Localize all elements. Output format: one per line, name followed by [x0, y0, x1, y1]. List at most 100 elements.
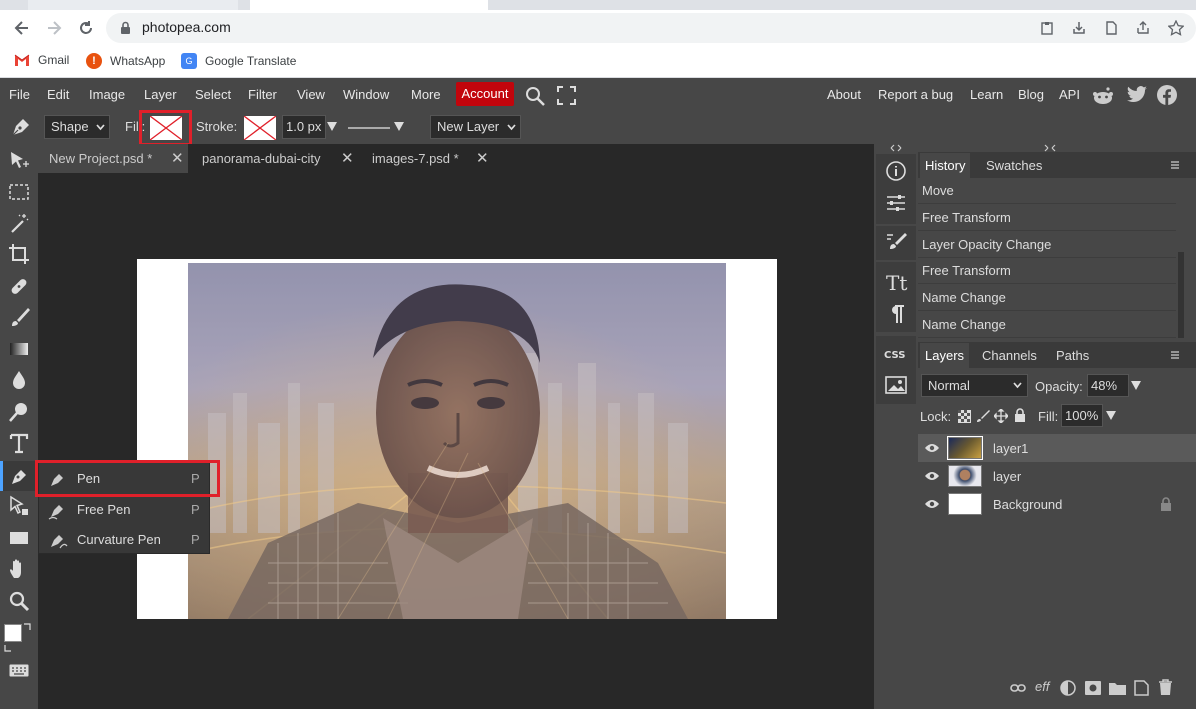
collapse-arrows-icon[interactable]: [890, 144, 902, 152]
history-item[interactable]: Layer Opacity Change: [918, 232, 1176, 258]
fill-input[interactable]: 100%: [1061, 404, 1103, 427]
zoom-tool[interactable]: [7, 589, 31, 613]
doc-tab-panorama[interactable]: panorama-dubai-city ✕: [188, 144, 358, 173]
eye-icon[interactable]: [924, 471, 940, 481]
lock-transparency-icon[interactable]: [958, 410, 971, 423]
facebook-icon[interactable]: [1156, 84, 1178, 106]
foreground-color[interactable]: [4, 624, 22, 642]
menu-more[interactable]: More: [411, 87, 441, 102]
info-panel-button[interactable]: [882, 157, 910, 185]
menu-select[interactable]: Select: [195, 87, 231, 102]
history-item[interactable]: Name Change: [918, 312, 1176, 338]
history-item[interactable]: Free Transform: [918, 258, 1176, 284]
stroke-width-input[interactable]: 1.0 px: [282, 115, 326, 139]
share-icon[interactable]: [1136, 21, 1150, 35]
healing-tool[interactable]: [7, 274, 31, 298]
browser-tab-inactive[interactable]: [28, 0, 238, 10]
menu-file[interactable]: File: [9, 87, 30, 102]
flyout-item-free-pen[interactable]: Free Pen P: [39, 494, 211, 525]
blend-mode-select[interactable]: Normal: [921, 374, 1028, 397]
swap-colors-icon[interactable]: [22, 622, 34, 632]
doc-tab-images-7[interactable]: images-7.psd * ✕: [358, 144, 498, 173]
menu-report-bug[interactable]: Report a bug: [878, 87, 953, 102]
stroke-style-line[interactable]: [348, 127, 390, 129]
tab-swatches[interactable]: Swatches: [981, 153, 1047, 178]
image-panel-button[interactable]: [882, 371, 910, 399]
opacity-input[interactable]: 48%: [1087, 374, 1129, 397]
adjustment-layer-icon[interactable]: [1060, 680, 1076, 696]
folder-icon[interactable]: [1109, 681, 1126, 695]
marquee-tool[interactable]: [7, 180, 31, 204]
menu-filter[interactable]: Filter: [248, 87, 277, 102]
move-tool[interactable]: [7, 149, 31, 173]
caret-down-icon[interactable]: [394, 122, 404, 131]
brush-panel-button[interactable]: [882, 228, 910, 256]
type-tool[interactable]: [7, 431, 31, 455]
layer-row-background[interactable]: Background: [918, 490, 1196, 518]
reload-button[interactable]: [75, 17, 97, 39]
install-icon[interactable]: [1072, 21, 1086, 35]
menu-api[interactable]: API: [1059, 87, 1080, 102]
close-icon[interactable]: ✕: [171, 144, 184, 173]
adjustments-panel-button[interactable]: [882, 189, 910, 217]
menu-window[interactable]: Window: [343, 87, 389, 102]
close-icon[interactable]: ✕: [341, 144, 354, 173]
tab-history[interactable]: History: [920, 153, 971, 178]
effects-button[interactable]: eff: [1035, 679, 1049, 694]
collapse-arrows-icon[interactable]: [1044, 144, 1056, 152]
link-icon[interactable]: [1010, 683, 1026, 693]
reddit-icon[interactable]: [1092, 86, 1114, 106]
twitter-icon[interactable]: [1126, 86, 1148, 104]
path-select-tool[interactable]: [7, 494, 31, 518]
tab-channels[interactable]: Channels: [977, 343, 1042, 368]
bookmark-google-translate[interactable]: G Google Translate: [181, 53, 296, 69]
page-icon[interactable]: [1104, 21, 1118, 35]
eye-icon[interactable]: [924, 443, 940, 453]
bookmark-gmail[interactable]: Gmail: [14, 53, 69, 67]
dodge-tool[interactable]: [7, 400, 31, 424]
default-colors-icon[interactable]: [4, 644, 14, 654]
lock-all-icon[interactable]: [1014, 408, 1026, 423]
gradient-tool[interactable]: [7, 337, 31, 361]
doc-tab-new-project[interactable]: New Project.psd * ✕: [38, 144, 188, 173]
lock-position-icon[interactable]: [994, 409, 1008, 423]
panel-menu-icon[interactable]: [1170, 160, 1180, 170]
lock-pixels-icon[interactable]: [976, 409, 990, 423]
new-layer-icon[interactable]: [1134, 680, 1149, 696]
mask-icon[interactable]: [1085, 681, 1101, 695]
panel-menu-icon[interactable]: [1170, 350, 1180, 360]
blur-tool[interactable]: [7, 368, 31, 392]
clipboard-icon[interactable]: [1040, 21, 1054, 35]
bookmark-whatsapp[interactable]: ! WhatsApp: [86, 53, 165, 69]
menu-about[interactable]: About: [827, 87, 861, 102]
css-panel-button[interactable]: CSS: [882, 340, 910, 368]
magic-wand-tool[interactable]: [7, 211, 31, 235]
menu-image[interactable]: Image: [89, 87, 125, 102]
menu-edit[interactable]: Edit: [47, 87, 69, 102]
fullscreen-icon[interactable]: [557, 86, 576, 105]
trash-icon[interactable]: [1158, 679, 1173, 696]
caret-down-icon[interactable]: [327, 122, 337, 131]
layer-row-layer1[interactable]: layer1: [918, 434, 1196, 462]
menu-blog[interactable]: Blog: [1018, 87, 1044, 102]
character-panel-button[interactable]: Tt: [882, 268, 910, 296]
close-icon[interactable]: ✕: [476, 144, 489, 173]
shape-mode-select[interactable]: Shape: [44, 115, 110, 139]
menu-view[interactable]: View: [297, 87, 325, 102]
tab-layers[interactable]: Layers: [920, 343, 970, 368]
eye-icon[interactable]: [924, 499, 940, 509]
star-icon[interactable]: [1168, 20, 1184, 36]
caret-down-icon[interactable]: [1131, 381, 1141, 390]
stroke-swatch[interactable]: [243, 115, 277, 141]
crop-tool[interactable]: [7, 242, 31, 266]
menu-learn[interactable]: Learn: [970, 87, 1003, 102]
pen-tool[interactable]: [7, 464, 31, 488]
paragraph-panel-button[interactable]: [882, 300, 910, 328]
rectangle-tool[interactable]: [7, 526, 31, 550]
new-layer-select[interactable]: New Layer: [430, 115, 521, 139]
caret-down-icon[interactable]: [1106, 411, 1116, 420]
layer-row-layer[interactable]: layer: [918, 462, 1196, 490]
flyout-item-curvature-pen[interactable]: Curvature Pen P: [39, 524, 211, 555]
history-item[interactable]: Name Change: [918, 285, 1176, 311]
forward-button[interactable]: [43, 17, 65, 39]
